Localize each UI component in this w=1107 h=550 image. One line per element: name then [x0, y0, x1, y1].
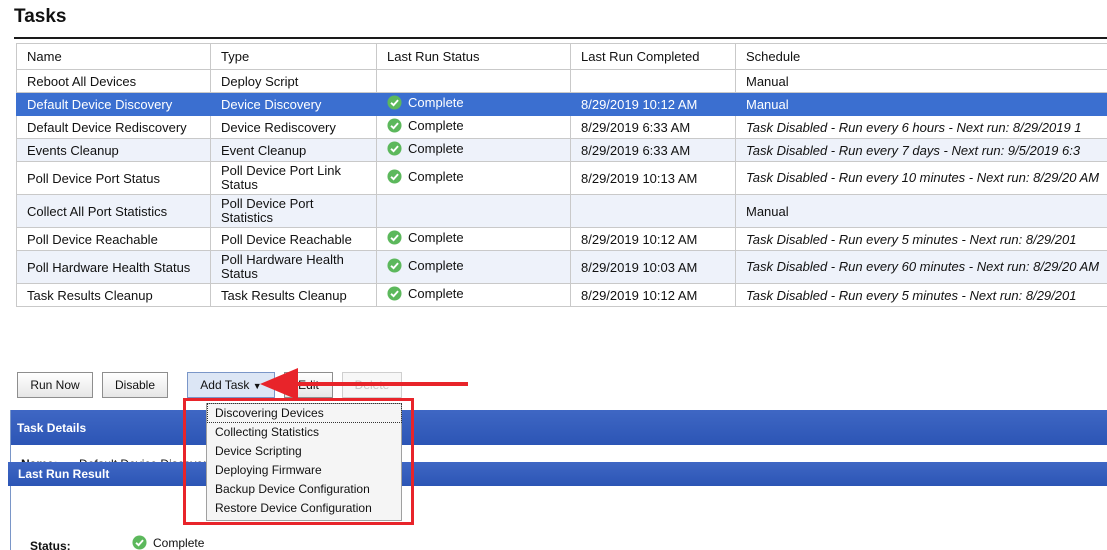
column-header-type[interactable]: Type [210, 43, 377, 70]
status-text: Complete [408, 169, 464, 184]
cell-last-run-completed [570, 69, 736, 93]
check-circle-icon [387, 286, 402, 301]
status-text: Complete [408, 118, 464, 133]
column-header-last-run-status[interactable]: Last Run Status [376, 43, 571, 70]
cell-name: Poll Device Port Status [16, 161, 211, 195]
status-text: Complete [408, 230, 464, 245]
cell-schedule: Task Disabled - Run every 6 hours - Next… [735, 115, 1107, 139]
cell-last-run-completed: 8/29/2019 10:12 AM [570, 283, 736, 307]
cell-type: Device Discovery [210, 92, 377, 116]
cell-name: Default Device Rediscovery [16, 115, 211, 139]
run-now-button[interactable]: Run Now [17, 372, 93, 398]
cell-last-run-completed: 8/29/2019 6:33 AM [570, 138, 736, 162]
cell-status: Complete [376, 138, 571, 162]
annotation-arrow-icon [260, 368, 468, 400]
table-row[interactable]: Poll Hardware Health Status Poll Hardware… [16, 250, 1107, 284]
disable-button[interactable]: Disable [102, 372, 168, 398]
table-row[interactable]: Task Results Cleanup Task Results Cleanup… [16, 283, 1107, 307]
last-run-result-header: Last Run Result [8, 462, 1107, 486]
cell-status: Complete [376, 115, 571, 139]
cell-name: Default Device Discovery [16, 92, 211, 116]
last-run-status-row: Status: Complete [30, 535, 204, 550]
cell-type: Device Rediscovery [210, 115, 377, 139]
cell-schedule: Task Disabled - Run every 60 minutes - N… [735, 250, 1107, 284]
cell-schedule: Manual [735, 69, 1107, 93]
cell-name: Collect All Port Statistics [16, 194, 211, 228]
cell-type: Poll Hardware Health Status [210, 250, 377, 284]
cell-schedule: Task Disabled - Run every 10 minutes - N… [735, 161, 1107, 195]
cell-status [376, 69, 571, 93]
check-circle-icon [387, 141, 402, 156]
status-text: Complete [408, 258, 464, 273]
cell-type: Task Results Cleanup [210, 283, 377, 307]
status-text: Complete [408, 95, 464, 110]
cell-schedule: Manual [735, 194, 1107, 228]
cell-schedule: Task Disabled - Run every 5 minutes - Ne… [735, 283, 1107, 307]
cell-last-run-completed: 8/29/2019 10:03 AM [570, 250, 736, 284]
page-title: Tasks [14, 6, 67, 27]
cell-name: Reboot All Devices [16, 69, 211, 93]
cell-last-run-completed: 8/29/2019 10:13 AM [570, 161, 736, 195]
cell-name: Poll Device Reachable [16, 227, 211, 251]
cell-name: Task Results Cleanup [16, 283, 211, 307]
cell-status: Complete [376, 283, 571, 307]
table-row[interactable]: Default Device Discovery Device Discovery… [16, 92, 1107, 116]
last-run-status-value: Complete [153, 535, 205, 550]
table-row[interactable]: Reboot All Devices Deploy Script Manual [16, 69, 1107, 93]
cell-status: Complete [376, 92, 571, 116]
column-header-schedule[interactable]: Schedule [735, 43, 1107, 70]
cell-last-run-completed: 8/29/2019 10:12 AM [570, 92, 736, 116]
column-header-name[interactable]: Name [16, 43, 211, 70]
cell-last-run-completed: 8/29/2019 10:12 AM [570, 227, 736, 251]
cell-type: Poll Device Reachable [210, 227, 377, 251]
cell-last-run-completed: 8/29/2019 6:33 AM [570, 115, 736, 139]
cell-status: Complete [376, 161, 571, 195]
table-row[interactable]: Default Device Rediscovery Device Redisco… [16, 115, 1107, 139]
cell-type: Poll Device Port Link Status [210, 161, 377, 195]
table-row[interactable]: Poll Device Port Status Poll Device Port … [16, 161, 1107, 195]
cell-status: Complete [376, 227, 571, 251]
table-row[interactable]: Collect All Port Statistics Poll Device P… [16, 194, 1107, 228]
check-circle-icon [387, 169, 402, 184]
last-run-status-label: Status: [30, 539, 71, 550]
status-text: Complete [408, 286, 464, 301]
cell-status [376, 194, 571, 228]
check-circle-icon [387, 230, 402, 245]
check-circle-icon [387, 118, 402, 133]
task-details-title: Task Details [17, 421, 87, 435]
cell-status: Complete [376, 250, 571, 284]
tasks-page: Tasks Name Type Last Run Status Last Run… [0, 0, 1107, 550]
add-task-label: Add Task [200, 378, 250, 392]
table-row[interactable]: Events Cleanup Event Cleanup Complete 8/29/… [16, 138, 1107, 162]
check-circle-icon [387, 95, 402, 110]
status-text: Complete [408, 141, 464, 156]
cell-schedule: Task Disabled - Run every 7 days - Next … [735, 138, 1107, 162]
task-details-header: Task Details [11, 410, 1107, 445]
title-divider [14, 37, 1107, 39]
check-circle-icon [387, 258, 402, 273]
cell-schedule: Task Disabled - Run every 5 minutes - Ne… [735, 227, 1107, 251]
cell-type: Event Cleanup [210, 138, 377, 162]
last-run-result-title: Last Run Result [18, 467, 110, 481]
tasks-table: Name Type Last Run Status Last Run Compl… [16, 43, 1107, 307]
annotation-highlight-box [183, 398, 414, 525]
cell-name: Poll Hardware Health Status [16, 250, 211, 284]
cell-type: Deploy Script [210, 69, 377, 93]
column-header-last-run-completed[interactable]: Last Run Completed [570, 43, 736, 70]
cell-name: Events Cleanup [16, 138, 211, 162]
cell-schedule: Manual [735, 92, 1107, 116]
table-header-row: Name Type Last Run Status Last Run Compl… [16, 43, 1107, 70]
check-circle-icon [132, 535, 147, 550]
cell-last-run-completed [570, 194, 736, 228]
table-row[interactable]: Poll Device Reachable Poll Device Reachab… [16, 227, 1107, 251]
cell-type: Poll Device Port Statistics [210, 194, 377, 228]
